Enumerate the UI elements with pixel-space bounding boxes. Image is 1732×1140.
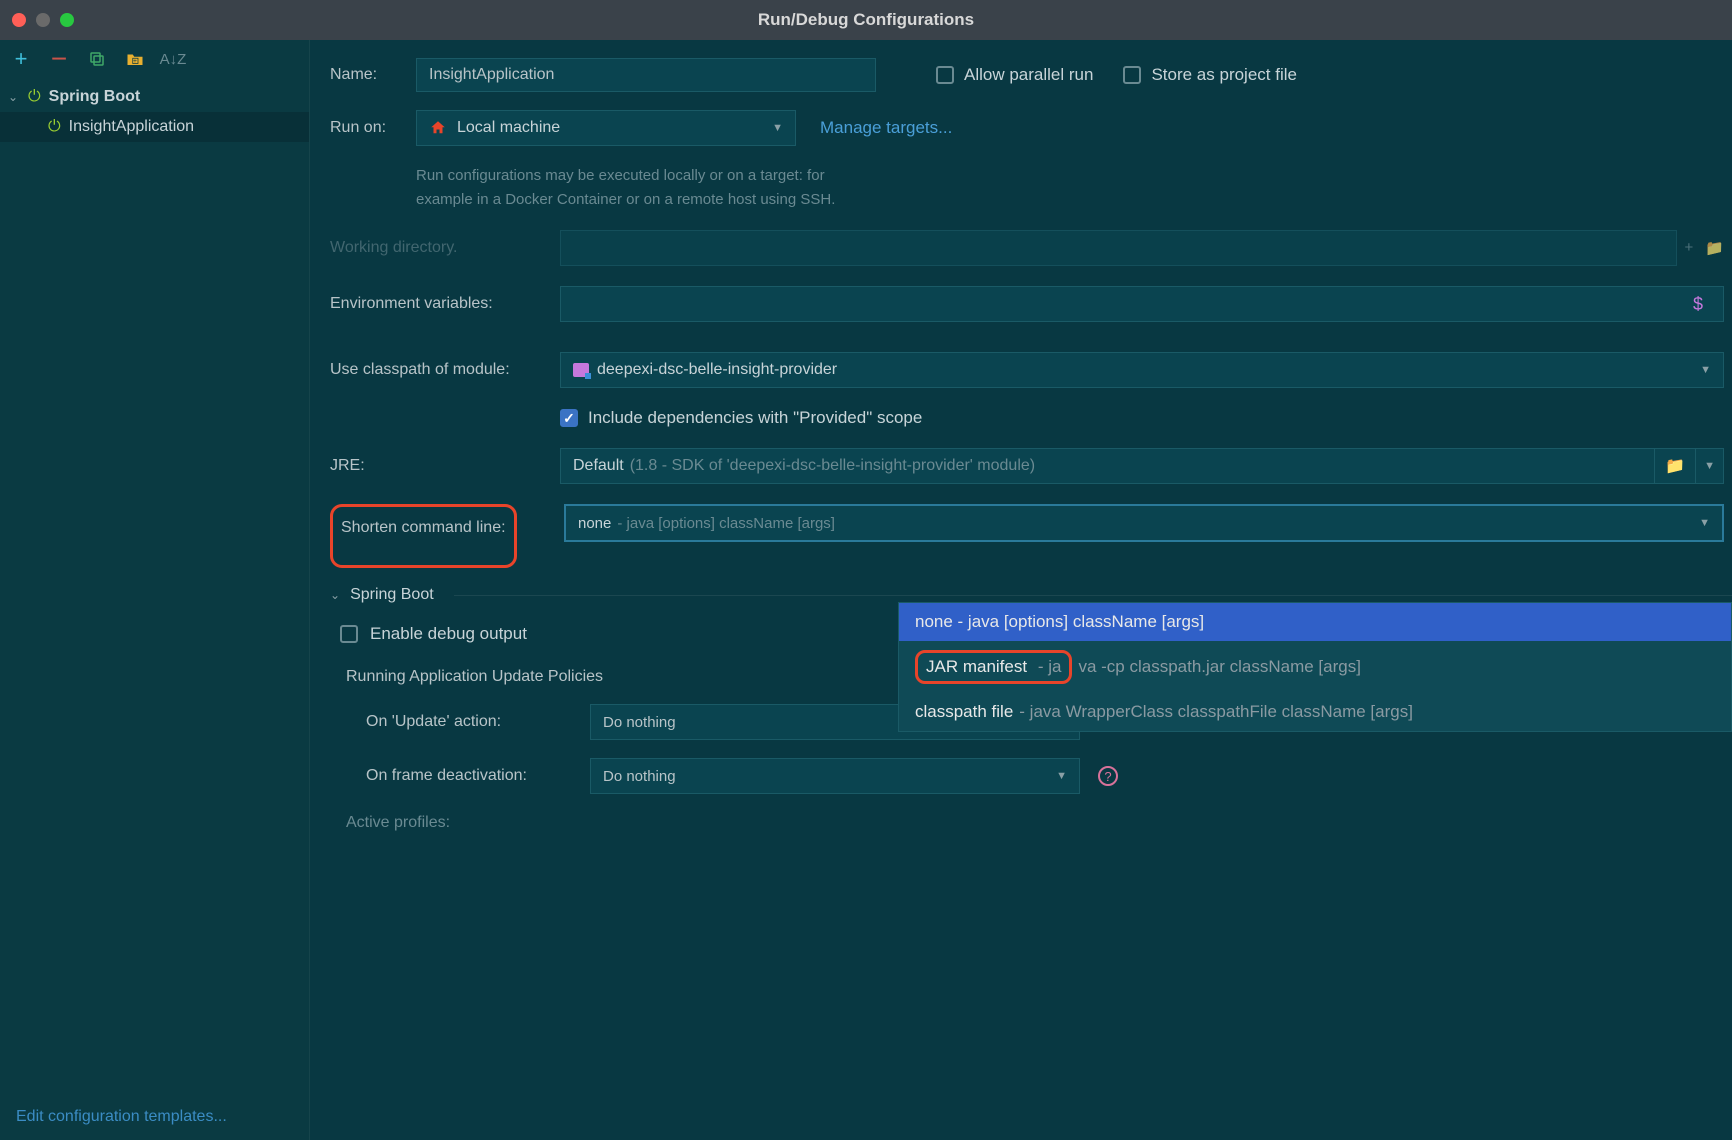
shorten-cmdline-dropdown: none - java [options] className [args] J… bbox=[898, 602, 1732, 732]
config-tree: ⌄ ⏻ Spring Boot ⏻ InsightApplication bbox=[0, 78, 309, 1094]
include-provided-checkbox[interactable] bbox=[560, 409, 578, 427]
on-frame-label: On frame deactivation: bbox=[366, 767, 590, 785]
runon-value: Local machine bbox=[457, 119, 762, 137]
enable-debug-checkbox[interactable] bbox=[340, 625, 358, 643]
manage-targets-link[interactable]: Manage targets... bbox=[820, 118, 952, 138]
jre-label: JRE: bbox=[330, 457, 560, 475]
folder-button[interactable]: + bbox=[126, 50, 144, 68]
dropdown-option-jar-manifest[interactable]: JAR manifest - ja va -cp classpath.jar c… bbox=[899, 641, 1731, 693]
module-icon bbox=[573, 363, 589, 377]
working-dir-label: Working directory. bbox=[330, 239, 560, 257]
dollar-icon[interactable]: $ bbox=[1693, 294, 1711, 315]
edit-templates-link[interactable]: Edit configuration templates... bbox=[0, 1094, 309, 1140]
jre-detail: (1.8 - SDK of 'deepexi-dsc-belle-insight… bbox=[630, 457, 1035, 475]
enable-debug-label[interactable]: Enable debug output bbox=[370, 624, 527, 644]
svg-text:+: + bbox=[133, 58, 137, 65]
working-dir-input[interactable] bbox=[560, 230, 1677, 266]
scl-value: none bbox=[578, 515, 611, 532]
copy-config-button[interactable] bbox=[88, 50, 106, 68]
store-project-label[interactable]: Store as project file bbox=[1151, 65, 1297, 85]
divider bbox=[454, 595, 1732, 596]
highlight-annotation: Shorten command line: bbox=[330, 504, 517, 568]
tree-label: Spring Boot bbox=[49, 88, 141, 106]
scl-label: Shorten command line: bbox=[341, 519, 506, 536]
tree-label: InsightApplication bbox=[69, 118, 194, 136]
browse-jre-icon[interactable]: 📁 bbox=[1654, 449, 1695, 483]
classpath-label: Use classpath of module: bbox=[330, 361, 560, 379]
maximize-window-button[interactable] bbox=[60, 13, 74, 27]
power-icon: ⏻ bbox=[28, 88, 41, 106]
active-profiles-label: Active profiles: bbox=[330, 814, 1732, 832]
chevron-down-icon[interactable]: ▼ bbox=[1695, 449, 1723, 483]
dropdown-option-classpath-file[interactable]: classpath file - java WrapperClass class… bbox=[899, 693, 1731, 731]
remove-config-button[interactable]: − bbox=[50, 50, 68, 68]
on-update-value: Do nothing bbox=[603, 714, 676, 731]
help-icon[interactable]: ? bbox=[1098, 766, 1118, 786]
collapse-arrow-icon[interactable]: ⌄ bbox=[330, 588, 340, 602]
close-window-button[interactable] bbox=[12, 13, 26, 27]
shorten-cmdline-select[interactable]: none - java [options] className [args] ▼ bbox=[564, 504, 1724, 542]
titlebar: Run/Debug Configurations bbox=[0, 0, 1732, 40]
allow-parallel-label[interactable]: Allow parallel run bbox=[964, 65, 1093, 85]
add-config-button[interactable]: + bbox=[12, 50, 30, 68]
runon-hint: Run configurations may be executed local… bbox=[310, 164, 1732, 212]
chevron-down-icon: ▼ bbox=[1699, 517, 1710, 529]
sidebar: + − + A↓Z ⌄ ⏻ Spring Boot ⏻ InsightAppli… bbox=[0, 40, 310, 1140]
env-vars-input[interactable]: $ bbox=[560, 286, 1724, 322]
store-project-checkbox[interactable] bbox=[1123, 66, 1141, 84]
power-icon: ⏻ bbox=[48, 118, 61, 136]
classpath-value: deepexi-dsc-belle-insight-provider bbox=[597, 361, 837, 379]
springboot-section-title[interactable]: Spring Boot bbox=[350, 586, 434, 604]
minimize-window-button[interactable] bbox=[36, 13, 50, 27]
home-icon bbox=[429, 119, 447, 137]
jre-default: Default bbox=[573, 457, 624, 475]
dropdown-option-none[interactable]: none - java [options] className [args] bbox=[899, 603, 1731, 641]
include-provided-label[interactable]: Include dependencies with "Provided" sco… bbox=[588, 408, 922, 428]
env-vars-label: Environment variables: bbox=[330, 295, 560, 313]
classpath-select[interactable]: deepexi-dsc-belle-insight-provider ▼ bbox=[560, 352, 1724, 388]
expand-arrow-icon: ⌄ bbox=[8, 90, 20, 104]
add-icon[interactable]: + bbox=[1685, 239, 1694, 257]
chevron-down-icon: ▼ bbox=[772, 122, 783, 134]
chevron-down-icon: ▼ bbox=[1700, 364, 1711, 376]
window-title: Run/Debug Configurations bbox=[758, 10, 974, 30]
sidebar-toolbar: + − + A↓Z bbox=[0, 40, 309, 78]
on-update-label: On 'Update' action: bbox=[366, 713, 590, 731]
runon-select[interactable]: Local machine ▼ bbox=[416, 110, 796, 146]
main-panel: Name: Allow parallel run Store as projec… bbox=[310, 40, 1732, 1140]
on-frame-value: Do nothing bbox=[603, 768, 676, 785]
tree-node-springboot[interactable]: ⌄ ⏻ Spring Boot bbox=[0, 82, 309, 112]
browse-folder-icon[interactable]: 📁 bbox=[1705, 239, 1724, 257]
scl-hint: - java [options] className [args] bbox=[617, 515, 835, 532]
runon-label: Run on: bbox=[330, 119, 416, 137]
on-frame-select[interactable]: Do nothing ▼ bbox=[590, 758, 1080, 794]
allow-parallel-checkbox[interactable] bbox=[936, 66, 954, 84]
window-controls bbox=[12, 13, 74, 27]
name-input[interactable] bbox=[416, 58, 876, 92]
chevron-down-icon: ▼ bbox=[1056, 770, 1067, 782]
jre-select[interactable]: Default (1.8 - SDK of 'deepexi-dsc-belle… bbox=[560, 448, 1724, 484]
name-label: Name: bbox=[330, 66, 416, 84]
highlight-annotation: JAR manifest - ja bbox=[915, 650, 1072, 684]
sort-button[interactable]: A↓Z bbox=[164, 50, 182, 68]
tree-node-insightapplication[interactable]: ⏻ InsightApplication bbox=[0, 112, 309, 142]
